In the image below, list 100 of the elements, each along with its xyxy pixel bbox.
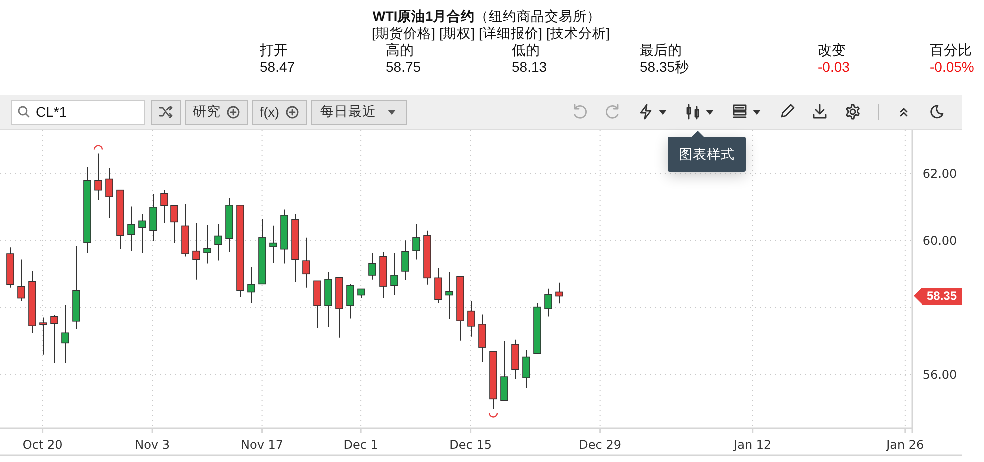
download-tool[interactable] [812, 104, 828, 120]
y-axis-label: 62.00 [922, 166, 958, 181]
layout-tool[interactable] [732, 104, 762, 120]
search-icon [18, 106, 30, 118]
candlestick [270, 225, 278, 264]
caret-icon [705, 108, 715, 116]
stat-label: 高的 [386, 42, 414, 59]
plus-circle-icon [286, 106, 298, 118]
compare-button[interactable] [151, 100, 181, 124]
candlestick [170, 205, 178, 244]
candlestick [258, 219, 266, 285]
download-icon [812, 104, 828, 120]
candlestick [336, 277, 344, 338]
x-axis-label: Dec 29 [579, 438, 622, 452]
candlestick [226, 198, 234, 253]
stat-value: 58.35秒 [640, 59, 690, 76]
settings-icon [845, 104, 861, 120]
stat-label: 最后的 [640, 42, 682, 59]
candlestick [128, 206, 136, 252]
candlestick [280, 209, 288, 264]
quote-link[interactable]: [详细报价] [479, 25, 543, 42]
candlestick [324, 272, 332, 328]
pencil-tool[interactable] [779, 104, 795, 120]
x-axis-label: Dec 15 [450, 438, 492, 452]
candlestick [18, 259, 26, 302]
candlestick [556, 282, 564, 304]
candlestick [478, 314, 486, 362]
candlestick [50, 314, 58, 364]
candlestick [192, 222, 200, 280]
candlestick [512, 339, 520, 380]
x-axis-label: Oct 20 [22, 438, 63, 452]
stat-value: 58.47 [260, 59, 296, 76]
candlestick [94, 153, 102, 201]
candlestick [302, 237, 310, 288]
candlestick [456, 276, 464, 342]
undo-icon [572, 104, 588, 120]
settings-tool[interactable] [845, 104, 861, 120]
low-marker [488, 413, 498, 418]
lightning-tool[interactable] [638, 104, 668, 120]
x-axis-label: Nov 3 [135, 438, 170, 452]
add-button[interactable]: 研究 [185, 100, 248, 124]
candlestick [28, 270, 36, 334]
candlestick [40, 317, 48, 356]
candlestick [368, 252, 376, 280]
y-axis-label: 56.00 [922, 368, 958, 382]
candlestick [106, 168, 114, 219]
x-axis-label: Nov 17 [241, 438, 284, 452]
moon-tool[interactable] [929, 104, 945, 120]
candlestick [214, 224, 222, 262]
stat-label: 百分比 [930, 42, 972, 59]
caret-icon [658, 108, 668, 116]
stat-label: 改变 [818, 42, 846, 59]
candlestick [434, 268, 442, 304]
candlestick [446, 272, 454, 320]
stat-value: 58.13 [512, 59, 548, 76]
candlestick [522, 350, 530, 389]
candlestick [204, 224, 212, 264]
candlestick [402, 240, 410, 281]
pencil-icon [779, 104, 795, 120]
candlestick [62, 304, 70, 364]
caret-icon [752, 108, 762, 116]
y-axis-label: 60.00 [922, 234, 958, 248]
high-marker [94, 145, 104, 150]
redo-icon [605, 104, 621, 120]
tooltip: 图表样式 [668, 131, 746, 172]
candlestick [346, 284, 354, 320]
x-axis-label: Jan 26 [886, 438, 924, 452]
candlestick [544, 288, 552, 318]
stat-value: -0.05% [930, 59, 974, 76]
candlestick [292, 214, 300, 283]
candlestick [160, 190, 168, 224]
stat-label: 打开 [260, 42, 288, 59]
candlestick [6, 247, 14, 288]
lightning-icon [638, 104, 654, 120]
candlestick [182, 204, 190, 258]
plus-circle-icon [227, 106, 240, 118]
shuffle-icon [159, 106, 173, 118]
candlestick [534, 302, 542, 354]
x-axis-label: Jan 12 [734, 438, 772, 452]
add-button[interactable]: f(x) [252, 100, 306, 124]
candlestick [358, 288, 366, 299]
interval-dropdown[interactable]: 每日最近 [310, 100, 406, 124]
candlestick [380, 252, 388, 299]
x-axis-label: Dec 1 [344, 438, 378, 452]
layout-icon [732, 104, 748, 120]
quote-link[interactable]: [期货价格] [372, 25, 436, 42]
candlestick [424, 230, 432, 286]
stat-label: 低的 [512, 42, 540, 59]
candlestick [314, 280, 322, 329]
moon-icon [929, 104, 945, 120]
quote-link[interactable]: [技术分析] [546, 25, 610, 42]
candlestick [490, 351, 498, 410]
search-field[interactable]: CL*1 [11, 100, 145, 124]
candlestick [138, 214, 146, 254]
quote-link[interactable]: [期权] [439, 25, 475, 42]
candlestick [248, 266, 256, 304]
candlestick-icon [685, 104, 701, 120]
candlestick-tool[interactable] [685, 104, 715, 120]
candlestick [412, 224, 420, 260]
stat-value: 58.75 [386, 59, 422, 76]
